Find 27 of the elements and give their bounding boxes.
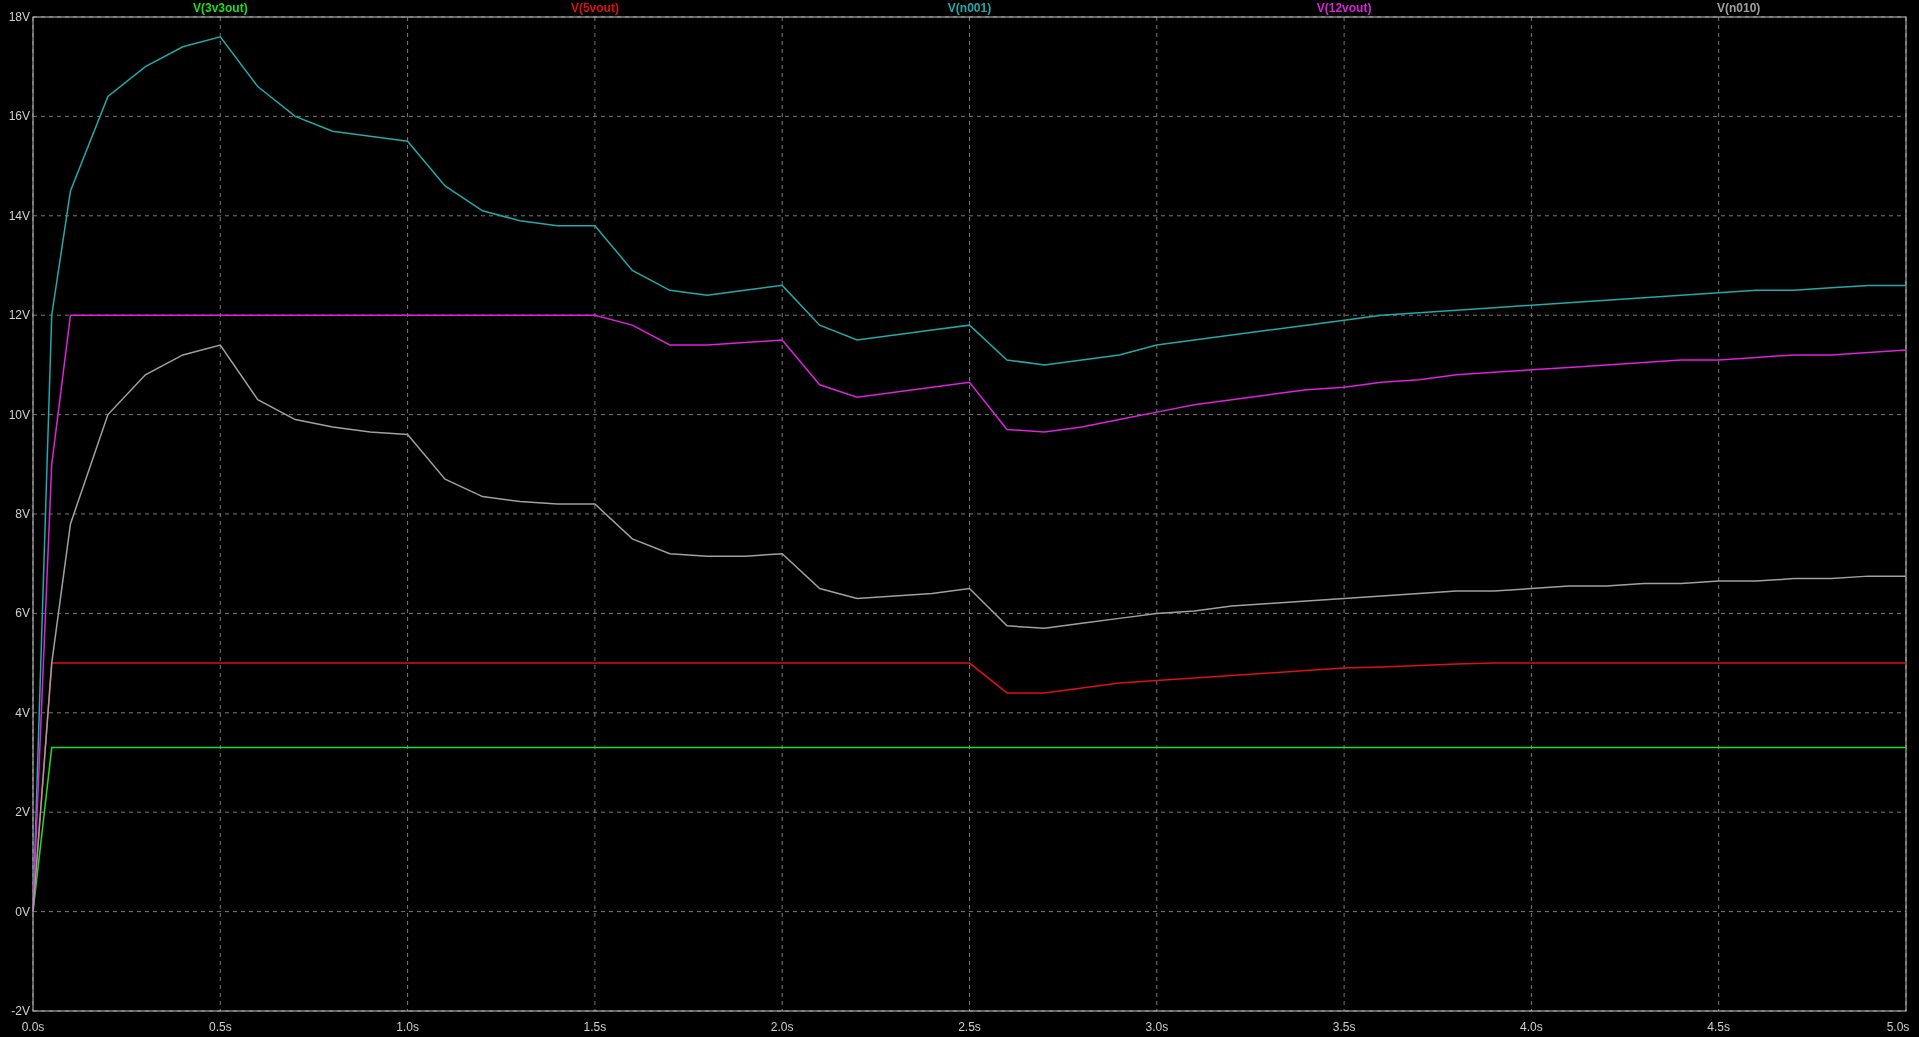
axis-tick-label: 0V	[15, 904, 30, 919]
axis-tick-label: 6V	[15, 606, 30, 621]
axis-tick-label: 16V	[8, 109, 30, 124]
axis-tick-label: 12V	[8, 308, 30, 323]
axis-tick-label: 1.0s	[396, 1020, 419, 1034]
legend-label: V(12vout)	[1316, 1, 1372, 15]
axis-tick-label: 14V	[8, 208, 30, 223]
axis-tick-label: 2.5s	[958, 1020, 981, 1034]
axis-tick-label: 0.5s	[208, 1020, 232, 1034]
axis-tick-label: 4V	[15, 705, 30, 720]
axis-tick-label: -2V	[11, 1004, 30, 1018]
axis-tick-label: 2V	[15, 805, 30, 820]
legend-label: V(n001)	[947, 1, 992, 15]
legend-label: V(5vout)	[570, 1, 619, 15]
axis-tick-label: 3.5s	[1332, 1020, 1356, 1034]
axis-tick-label: 0.0s	[21, 1020, 45, 1034]
axis-tick-label: 2.0s	[770, 1020, 794, 1034]
axis-tick-label: 1.5s	[583, 1020, 607, 1034]
axis-tick-label: 4.5s	[1707, 1020, 1731, 1034]
axis-tick-label: 10V	[8, 407, 30, 422]
axis-tick-label: 4.0s	[1520, 1020, 1543, 1034]
legend-label: V(3v3out)	[192, 1, 248, 15]
axis-tick-label: 18V	[8, 10, 30, 24]
axis-tick-label: 5.0s	[1886, 1020, 1910, 1034]
axis-tick-label: 3.0s	[1145, 1020, 1169, 1034]
axis-tick-label: 8V	[15, 507, 30, 521]
legend-label: V(n010)	[1717, 1, 1761, 15]
